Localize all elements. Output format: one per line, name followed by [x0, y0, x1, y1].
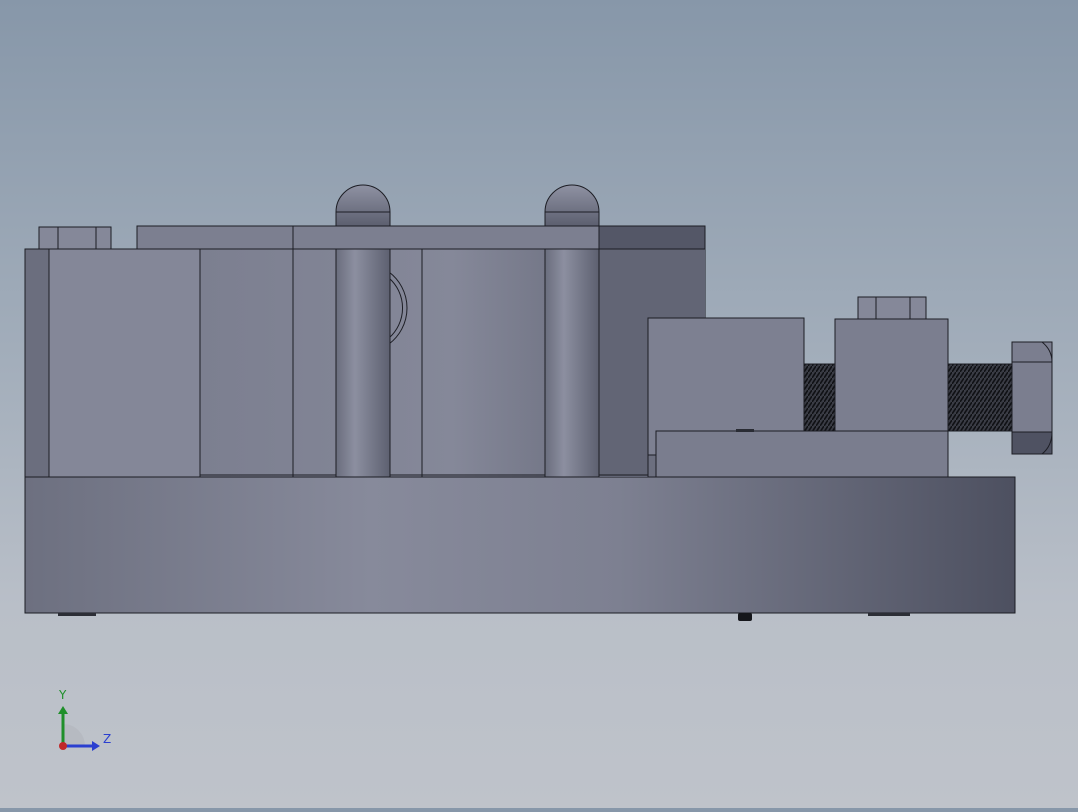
graphics-viewport[interactable]: Y Z — [0, 0, 1078, 808]
central-cylinder-body[interactable] — [199, 248, 706, 478]
screw-hex-nut[interactable] — [1011, 341, 1053, 455]
base-feet — [58, 613, 910, 621]
jaw-hex-bolt-head[interactable] — [857, 296, 927, 320]
triad-z-arrow-icon — [92, 741, 100, 751]
triad-z-label: Z — [103, 732, 112, 746]
base-plate[interactable] — [24, 476, 1016, 614]
left-clamp-block[interactable] — [24, 248, 201, 478]
vise-slide-base[interactable] — [655, 429, 949, 478]
triad-y-arrow-icon — [58, 706, 68, 714]
lead-screw-thread-outer — [947, 363, 1013, 432]
left-hex-bolt-head[interactable] — [38, 226, 112, 250]
top-clamp-plate[interactable] — [136, 225, 706, 250]
view-triad — [58, 706, 100, 751]
triad-origin-icon — [59, 742, 67, 750]
lead-screw-thread-inner — [803, 363, 836, 432]
model-canvas[interactable] — [0, 0, 1078, 808]
triad-y-label: Y — [59, 688, 67, 702]
